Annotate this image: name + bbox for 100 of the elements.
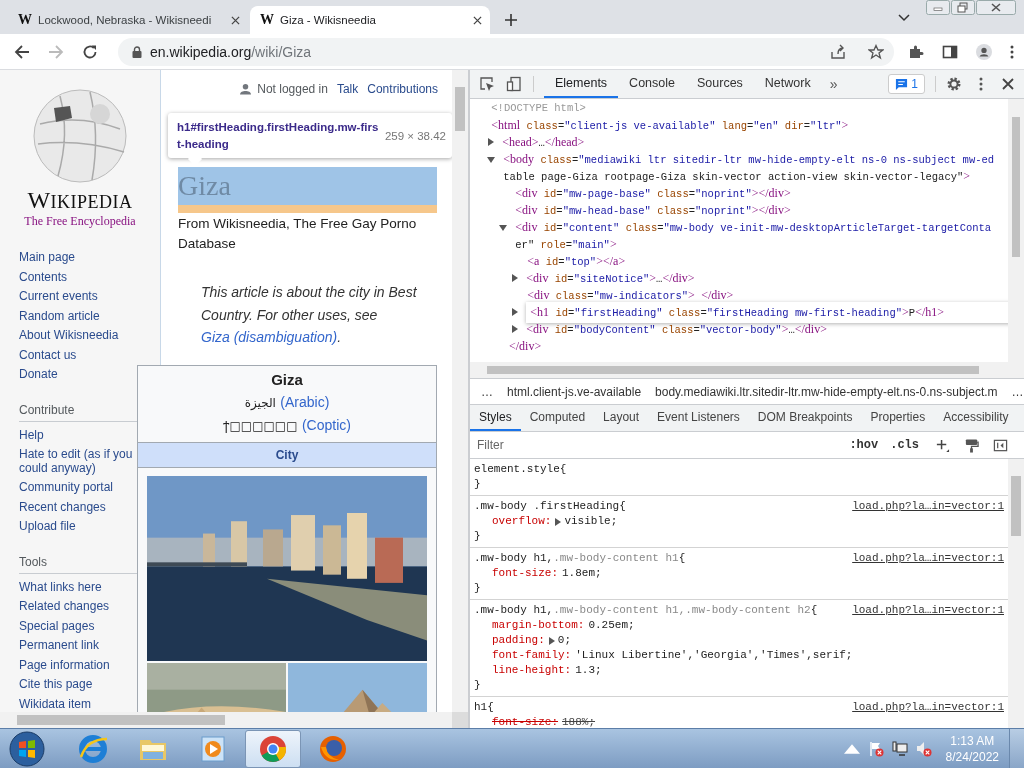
expand-arrow-icon[interactable] <box>512 308 518 316</box>
close-icon[interactable] <box>231 15 240 25</box>
styles-pane-tab[interactable]: DOM Breakpoints <box>748 405 862 431</box>
user-link[interactable]: Talk <box>336 82 359 96</box>
plus-icon[interactable] <box>935 437 950 453</box>
expand-arrow-icon[interactable] <box>487 157 495 163</box>
address-bar[interactable]: en.wikipedia.org/wiki/Giza <box>118 37 894 66</box>
sidebar-link[interactable]: Contents <box>19 267 141 287</box>
back-arrow-icon[interactable] <box>14 43 30 60</box>
star-icon[interactable] <box>868 43 884 60</box>
css-declaration[interactable]: padding: 0; <box>474 633 1004 648</box>
sidebar-link[interactable]: Current events <box>19 287 141 307</box>
sidebar-link[interactable]: Special pages <box>19 616 141 636</box>
sidebar-link[interactable]: Random article <box>19 306 141 326</box>
close-icon[interactable] <box>473 15 482 25</box>
sidebar-link[interactable]: Upload file <box>19 517 141 537</box>
expand-arrow-icon[interactable] <box>512 325 518 333</box>
sidebar-link[interactable]: Main page <box>19 248 141 268</box>
new-tab-icon[interactable] <box>505 14 517 26</box>
sidebar-link[interactable]: Hate to edit (as if you could anyway) <box>19 445 141 478</box>
device-icon[interactable] <box>506 76 522 92</box>
styles-pane-tab[interactable]: Computed <box>520 405 595 431</box>
breadcrumb[interactable]: … <box>481 384 493 399</box>
reload-icon[interactable] <box>82 43 98 60</box>
share-icon[interactable] <box>830 43 846 60</box>
expand-arrow-icon[interactable] <box>499 225 507 231</box>
chevron-down-icon[interactable] <box>898 14 910 22</box>
styles-pane-tab[interactable]: Accessibility <box>934 405 1018 431</box>
source-link[interactable]: load.php?la…in=vector:1 <box>852 551 1004 566</box>
language-link[interactable]: (Arabic) <box>280 393 330 410</box>
browser-tab[interactable]: W Giza - Wikisneedia <box>250 6 490 34</box>
toggle-button[interactable]: .cls <box>888 438 921 452</box>
sidebar-link[interactable]: Recent changes <box>19 497 141 517</box>
devtools-tab[interactable]: Network <box>753 70 822 98</box>
paint-roller-icon[interactable] <box>964 437 979 453</box>
flag-error-icon[interactable] <box>867 740 884 757</box>
devtools-tab[interactable]: Console <box>618 70 686 98</box>
settings-icon[interactable] <box>946 76 962 92</box>
browser-tab[interactable]: W Lockwood, Nebraska - Wikisneedi <box>8 6 248 34</box>
element-selector: h1#firstHeading.firstHeading.mw-first-heading <box>177 119 379 152</box>
css-selector: .mw-body h1, <box>474 552 554 564</box>
opening-brace: { <box>619 500 626 512</box>
sidebar-link[interactable]: What links here <box>19 577 141 597</box>
user-link[interactable]: Contributions <box>367 82 438 96</box>
sidebar-link[interactable]: Contact us <box>19 345 141 365</box>
close-icon[interactable] <box>976 0 1016 15</box>
css-declaration[interactable]: line-height: 1.3; <box>474 663 1004 678</box>
more-tabs-button[interactable]: » <box>821 76 846 92</box>
expand-arrow-icon[interactable] <box>512 274 518 282</box>
network-icon[interactable] <box>891 740 908 757</box>
sidebar-link[interactable]: About Wikisneedia <box>19 326 141 346</box>
start-button[interactable] <box>9 730 45 767</box>
avatar-icon[interactable] <box>976 43 992 60</box>
sidebar-link[interactable]: Permanent link <box>19 636 141 656</box>
css-declaration[interactable]: overflow: visible; <box>474 514 1004 529</box>
issues-button[interactable]: 1 <box>888 74 925 94</box>
source-link[interactable]: load.php?la…in=vector:1 <box>852 603 1004 618</box>
scrollbar[interactable] <box>0 712 452 728</box>
css-declaration[interactable]: margin-bottom: 0.25em; <box>474 618 1004 633</box>
infobox-title: Giza <box>270 369 304 390</box>
breadcrumb[interactable]: html.client-js.ve-available <box>507 384 642 399</box>
puzzle-icon[interactable] <box>908 43 924 60</box>
speaker-muted-icon[interactable] <box>915 740 932 757</box>
toggle-button[interactable]: :hov <box>847 438 881 452</box>
source-link[interactable]: load.php?la…in=vector:1 <box>852 700 1004 715</box>
css-declaration[interactable]: font-size: 188%; <box>474 715 1004 728</box>
disambiguation-link[interactable]: Giza (disambiguation) <box>201 329 338 345</box>
taskbar-app[interactable] <box>245 729 301 768</box>
sidebar-link[interactable]: Cite this page <box>19 675 141 695</box>
scrollbar[interactable] <box>1008 459 1024 728</box>
sidebar-link[interactable]: Donate <box>19 365 141 385</box>
menu-icon[interactable] <box>1010 43 1014 60</box>
expand-arrow-icon[interactable] <box>488 138 494 146</box>
language-link[interactable]: (Coptic) <box>301 416 351 433</box>
breadcrumb[interactable]: body.mediawiki.ltr.sitedir-ltr.mw-hide-empty-elt.ns-0.ns-subject.m <box>655 384 998 399</box>
css-declaration[interactable]: font-family: 'Linux Libertine','Georgia','Times',serif; <box>474 648 1004 663</box>
element-edit-field[interactable]: <h1 id="firstHeading" class="firstHeading mw-first-heading">P</h1> <box>526 302 1008 323</box>
side-panel-icon[interactable] <box>942 43 958 60</box>
sidebar-link[interactable]: Community portal <box>19 478 141 498</box>
devtools-tab[interactable]: Sources <box>686 70 754 98</box>
close-icon[interactable] <box>1000 76 1016 92</box>
opening-brace: { <box>678 552 686 564</box>
sidebar-link[interactable]: Related changes <box>19 597 141 617</box>
sidebar-link[interactable]: Wikidata item <box>19 694 141 712</box>
styles-pane-tab[interactable]: Layout <box>594 405 649 431</box>
scrollbar[interactable] <box>452 70 468 712</box>
sidebar-link[interactable]: Help <box>19 425 141 445</box>
devtools-tab[interactable]: Elements <box>544 70 619 98</box>
source-link[interactable]: load.php?la…in=vector:1 <box>852 499 1004 514</box>
styles-pane-tab[interactable]: Properties <box>861 405 935 431</box>
sidebar-toggle-icon[interactable] <box>993 437 1008 453</box>
styles-pane-tab[interactable]: Event Listeners <box>648 405 749 431</box>
styles-pane-tab[interactable]: Styles <box>470 405 521 431</box>
css-declaration[interactable]: font-size: 1.8em; <box>474 566 1004 581</box>
breadcrumb[interactable]: … <box>1011 384 1024 399</box>
scrollbar[interactable] <box>1008 99 1024 362</box>
sidebar-link[interactable]: Page information <box>19 655 141 675</box>
restore-icon[interactable] <box>951 0 975 15</box>
scrollbar[interactable] <box>470 362 1024 378</box>
inspect-icon[interactable] <box>479 76 495 92</box>
